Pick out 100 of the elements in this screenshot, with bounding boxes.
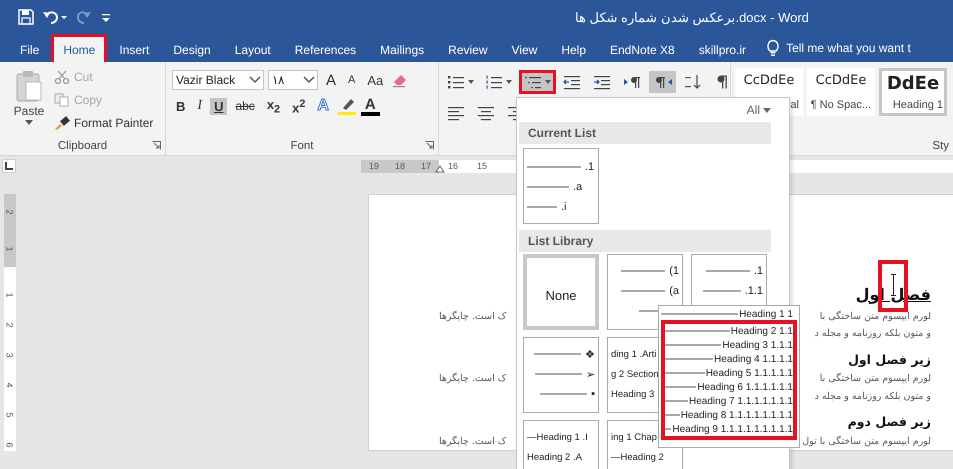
bullet-list-icon — [447, 74, 466, 90]
format-button[interactable]: I — [193, 97, 206, 116]
change-case-button[interactable]: Aa — [363, 72, 388, 88]
left-to-right-icon — [623, 74, 642, 90]
style-preview: CcDdEe — [744, 73, 794, 88]
list-style-option[interactable]: ❖ ➢ ▪ — [523, 337, 599, 413]
section-header: List Library — [519, 230, 771, 252]
option-label: None — [545, 288, 577, 302]
list-style-option[interactable]: None — [523, 254, 599, 330]
font-size-dropdown[interactable]: ۱۸ — [268, 70, 318, 90]
style-gallery-item[interactable]: CcDdEe ¶ No Spac... — [807, 68, 875, 116]
heading-text: زیر فصل اول — [848, 352, 931, 367]
body-text: لورم ایپسوم متن ساختگی با تول — [802, 436, 931, 447]
preview-text: Heading 5 1.1.1.1.1 — [706, 368, 793, 378]
ruler-number: 3 — [4, 352, 16, 358]
list-number: ❖ — [585, 348, 595, 360]
caret-icon — [468, 80, 474, 84]
body-text: و متون بلکه روزنامه و مجله د — [814, 328, 931, 340]
ruler-number: 5 — [4, 412, 16, 418]
align-left-icon — [447, 105, 466, 121]
format-button[interactable]: abc — [231, 98, 259, 114]
body-text: و متون بلکه روزنامه و مجله د — [814, 390, 931, 402]
list-level-text: —Heading 2 — [611, 452, 664, 462]
format-button[interactable]: U — [210, 98, 228, 115]
preview-text: Heading 3 1.1.1 — [722, 340, 793, 350]
lightbulb-icon — [766, 39, 780, 57]
paste-button[interactable]: Paste — [8, 66, 50, 137]
ribbon-tab[interactable]: Mailings — [368, 34, 436, 62]
multilevel-list-icon — [524, 74, 543, 90]
ribbon-tab[interactable]: Design — [161, 34, 223, 62]
body-text: ک است. چاپگرها — [439, 310, 506, 322]
ruler-number: 19 — [368, 161, 380, 171]
list-number: ▪ — [591, 388, 595, 400]
list-number: .1.1 — [744, 285, 763, 297]
window-title: برعکس شدن شماره شکل ها.docx - Word — [575, 10, 809, 24]
ribbon-tab[interactable]: Layout — [222, 34, 283, 62]
format-button[interactable]: x$^{2}$ — [288, 96, 310, 116]
caret-icon — [506, 80, 512, 84]
list-number: .1 — [585, 161, 594, 173]
sort-icon — [683, 74, 702, 90]
group-label: Sty — [932, 140, 949, 152]
clipboard-icon — [15, 70, 43, 102]
ribbon-tab[interactable]: Help — [549, 34, 598, 62]
font-name-dropdown[interactable]: Vazir Black — [172, 70, 264, 90]
ruler-number: 4 — [4, 382, 16, 388]
paintbrush-icon — [54, 116, 70, 130]
ribbon-tab[interactable]: File — [8, 34, 52, 62]
ruler-number: 18 — [394, 161, 406, 171]
format-button[interactable]: B — [172, 98, 190, 115]
undo-icon[interactable] — [42, 9, 68, 25]
ribbon-tab[interactable]: Insert — [107, 34, 162, 62]
ruler-number: 2 — [4, 322, 16, 328]
ruler-number: 16 — [447, 161, 459, 171]
indent-marker-icon[interactable] — [435, 164, 445, 172]
style-gallery-item[interactable]: DdEe Heading 1 — [879, 68, 947, 116]
body-text: لورم ایپسوم متن ساختگی با — [820, 373, 931, 384]
search-field[interactable]: Tell me what you want t — [780, 34, 920, 62]
align-center-icon — [477, 105, 496, 121]
format-button[interactable]: x$_{2}$ — [262, 96, 284, 117]
multilevel-button[interactable] — [519, 70, 556, 94]
list-style-option[interactable]: .1 .a .i — [523, 148, 599, 224]
group-label: Clipboard — [58, 140, 108, 152]
list-style-option[interactable]: —Heading 1 .I Heading 2 .A — [523, 420, 599, 469]
caret-icon — [763, 108, 771, 112]
decrease-indent-icon — [563, 74, 582, 90]
shrink-font-button[interactable]: A — [344, 73, 360, 87]
rtl-button[interactable] — [649, 71, 676, 93]
preview-text: Heading 7 1.1.1.1.1.1.1 — [689, 396, 793, 406]
ribbon-tab[interactable]: View — [500, 34, 550, 62]
heading-text: زیر فصل دوم — [848, 414, 931, 430]
list-number: (a — [669, 285, 679, 297]
ribbon-tab[interactable]: Review — [436, 34, 500, 62]
filter-dropdown[interactable]: All — [746, 103, 771, 117]
list-level-text: g 2 Section — [611, 368, 659, 380]
copy-icon — [54, 92, 70, 106]
style-name: Heading 1 — [892, 99, 944, 111]
tab-selector-button[interactable] — [2, 159, 16, 173]
ruler-number: 6 — [4, 442, 16, 448]
ribbon-tab[interactable]: skillpro.ir — [686, 34, 758, 62]
ribbon-tab[interactable]: Home — [51, 34, 108, 62]
ribbon-tab[interactable]: References — [282, 34, 368, 62]
increase-indent-icon — [593, 74, 612, 90]
font-color-button[interactable]: A — [360, 96, 380, 116]
ruler-number: 1 — [4, 292, 16, 298]
caret-icon — [25, 120, 33, 125]
format-painter-button[interactable]: Format Painter — [54, 112, 154, 133]
scissors-icon — [54, 70, 70, 84]
ribbon-tab[interactable]: EndNote X8 — [598, 34, 687, 62]
save-icon[interactable] — [18, 9, 34, 25]
left-tab-icon — [5, 162, 13, 170]
preview-text: Heading 8 1.1.1.1.1.1.1.1 — [680, 410, 793, 420]
dialog-launcher-icon[interactable] — [425, 141, 434, 150]
group-label: Font — [290, 140, 314, 152]
list-number: .i — [561, 201, 566, 213]
dialog-launcher-icon[interactable] — [152, 141, 161, 150]
body-text: ک است. چاپگرها — [439, 436, 506, 447]
list-number: .1 — [754, 265, 763, 277]
grow-font-button[interactable]: A — [322, 70, 340, 90]
section-header: Current List — [519, 122, 771, 144]
highlighter-icon[interactable] — [336, 97, 357, 116]
